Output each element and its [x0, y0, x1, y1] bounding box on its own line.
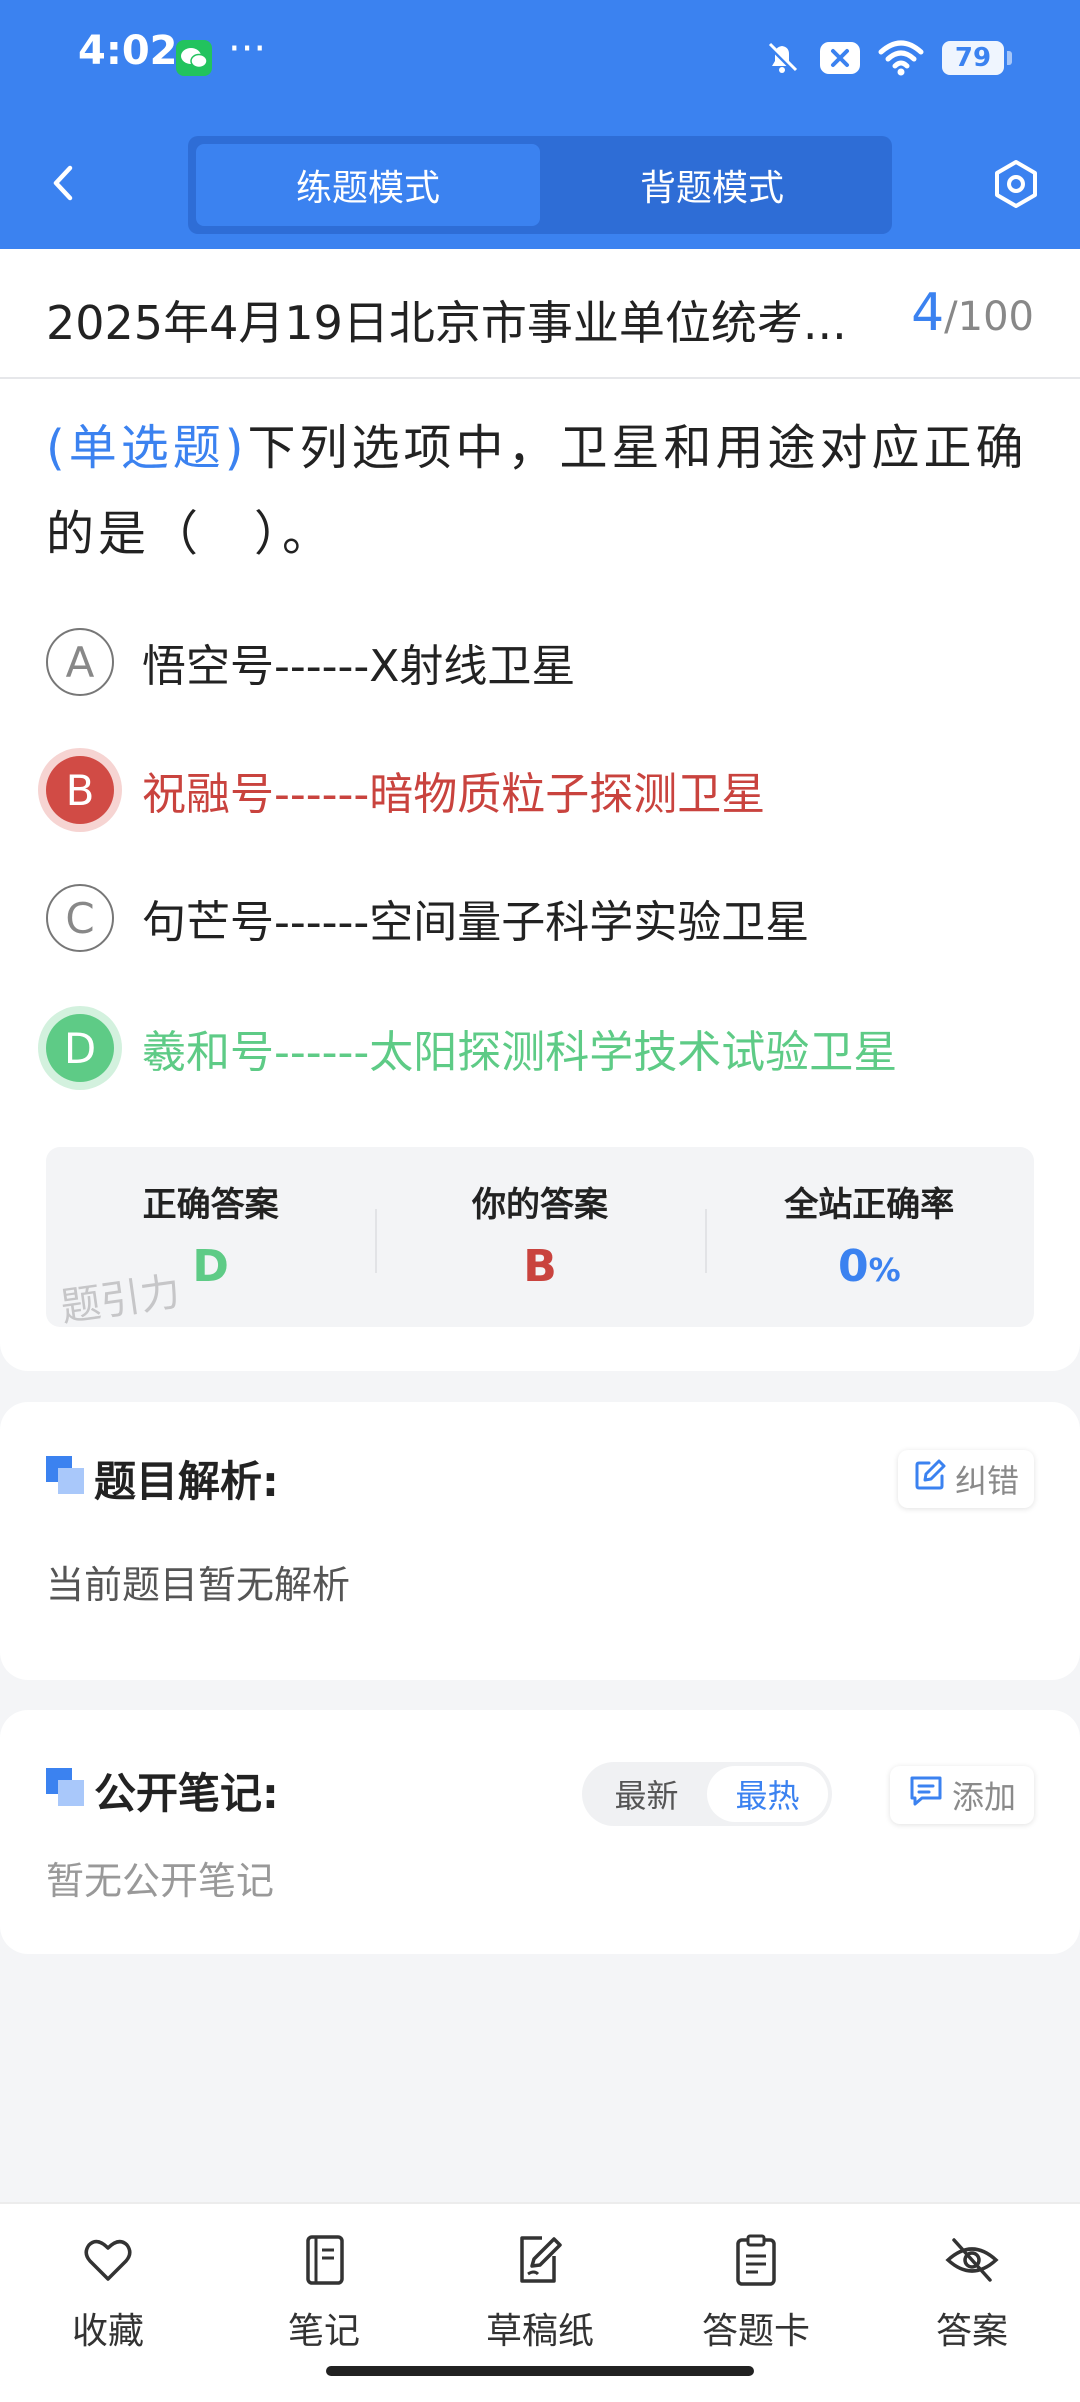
notebook-icon — [296, 2232, 352, 2288]
exam-title-bar: 2025年4月19日北京市事业单位统考... 4/100 — [0, 249, 1080, 379]
clipboard-icon — [728, 2232, 784, 2288]
status-bar: 4:02 ··· 79 — [0, 0, 1080, 120]
option-text: 祝融号------暗物质粒子探测卫星 — [142, 769, 766, 820]
option-c[interactable]: C 句芒号------空间量子科学实验卫星 — [46, 881, 809, 955]
option-b[interactable]: B 祝融号------暗物质粒子探测卫星 — [46, 753, 765, 827]
accuracy-rate-unit: % — [868, 1251, 901, 1289]
mute-bell-icon — [762, 38, 802, 78]
wechat-icon — [176, 40, 212, 76]
add-note-button[interactable]: 添加 — [890, 1766, 1034, 1824]
accuracy-rate-number: 0 — [837, 1241, 869, 1292]
wifi-icon — [878, 40, 924, 76]
nav-notes-label: 笔记 — [287, 2311, 360, 2352]
your-answer-stat: 你的答案 B — [375, 1147, 704, 1327]
accuracy-rate-stat: 全站正确率 0% — [704, 1147, 1034, 1327]
mode-switch: 练题模式 背题模式 — [188, 136, 892, 234]
battery-indicator: 79 — [942, 41, 1012, 75]
section-marker-icon — [46, 1456, 84, 1494]
sort-latest[interactable]: 最新 — [586, 1766, 707, 1822]
status-time: 4:02 — [78, 28, 178, 74]
option-letter: B — [46, 756, 114, 824]
answer-stats: 正确答案 D 题引力 你的答案 B 全站正确率 0% — [46, 1147, 1034, 1331]
comment-icon — [908, 1774, 944, 1816]
notes-sort-toggle: 最新 最热 — [582, 1762, 832, 1826]
option-text: 句芒号------空间量子科学实验卫星 — [142, 897, 810, 948]
nav-answer-label: 答案 — [935, 2311, 1008, 2352]
analysis-body: 当前题目暂无解析 — [46, 1563, 351, 1607]
heart-icon — [80, 2232, 136, 2288]
more-notifications-icon: ··· — [228, 26, 267, 72]
report-error-label: 纠错 — [954, 1462, 1019, 1500]
option-text: 羲和号------太阳探测科学技术试验卫星 — [142, 1027, 898, 1078]
settings-icon[interactable] — [990, 158, 1042, 210]
nav-favorite[interactable]: 收藏 — [0, 2204, 216, 2402]
question-card: (单选题)下列选项中，卫星和用途对应正确的是（ ）。 A 悟空号------X射… — [0, 379, 1080, 1371]
nav-favorite-label: 收藏 — [71, 2311, 144, 2352]
section-marker-icon — [46, 1768, 84, 1806]
option-a[interactable]: A 悟空号------X射线卫星 — [46, 625, 575, 699]
report-error-button[interactable]: 纠错 — [898, 1450, 1034, 1508]
close-notification-icon — [820, 40, 860, 76]
top-header: 4:02 ··· 79 练题模式 背题模式 — [0, 0, 1080, 249]
add-note-label: 添加 — [951, 1778, 1016, 1816]
edit-icon — [913, 1458, 947, 1500]
option-letter: A — [46, 628, 114, 696]
sort-hottest[interactable]: 最热 — [707, 1766, 828, 1822]
question-stem: (单选题)下列选项中，卫星和用途对应正确的是（ ）。 — [46, 405, 1036, 577]
analysis-title: 题目解析: — [94, 1457, 279, 1506]
analysis-card: 题目解析: 纠错 当前题目暂无解析 — [0, 1402, 1080, 1680]
eye-off-icon — [944, 2232, 1000, 2288]
accuracy-rate-label: 全站正确率 — [784, 1185, 955, 1225]
option-text: 悟空号------X射线卫星 — [142, 641, 576, 692]
current-question-number: 4 — [911, 283, 945, 343]
accuracy-rate-value: 0% — [705, 1241, 1034, 1292]
home-indicator[interactable] — [326, 2366, 754, 2376]
notes-title: 公开笔记: — [94, 1769, 279, 1818]
option-d[interactable]: D 羲和号------太阳探测科学技术试验卫星 — [46, 1011, 897, 1085]
option-letter: D — [46, 1014, 114, 1082]
tab-practice-mode[interactable]: 练题模式 — [196, 144, 540, 226]
tab-recite-mode[interactable]: 背题模式 — [540, 144, 884, 226]
nav-answer[interactable]: 答案 — [864, 2204, 1080, 2402]
nav-answer-sheet-label: 答题卡 — [701, 2311, 810, 2352]
option-letter: C — [46, 884, 114, 952]
correct-answer-label: 正确答案 — [142, 1185, 279, 1225]
scratch-paper-icon — [512, 2232, 568, 2288]
question-type: (单选题) — [46, 420, 248, 476]
exam-title: 2025年4月19日北京市事业单位统考... — [46, 296, 847, 350]
your-answer-value: B — [523, 1241, 557, 1292]
nav-scratch-paper-label: 草稿纸 — [485, 2311, 594, 2352]
total-questions: /100 — [944, 294, 1034, 340]
back-button[interactable] — [40, 158, 90, 208]
notes-card: 公开笔记: 最新 最热 添加 暂无公开笔记 — [0, 1710, 1080, 1954]
notes-body: 暂无公开笔记 — [46, 1859, 275, 1903]
question-counter[interactable]: 4/100 — [911, 283, 1034, 343]
your-answer-label: 你的答案 — [471, 1185, 608, 1225]
correct-answer-stat: 正确答案 D 题引力 — [46, 1147, 375, 1331]
